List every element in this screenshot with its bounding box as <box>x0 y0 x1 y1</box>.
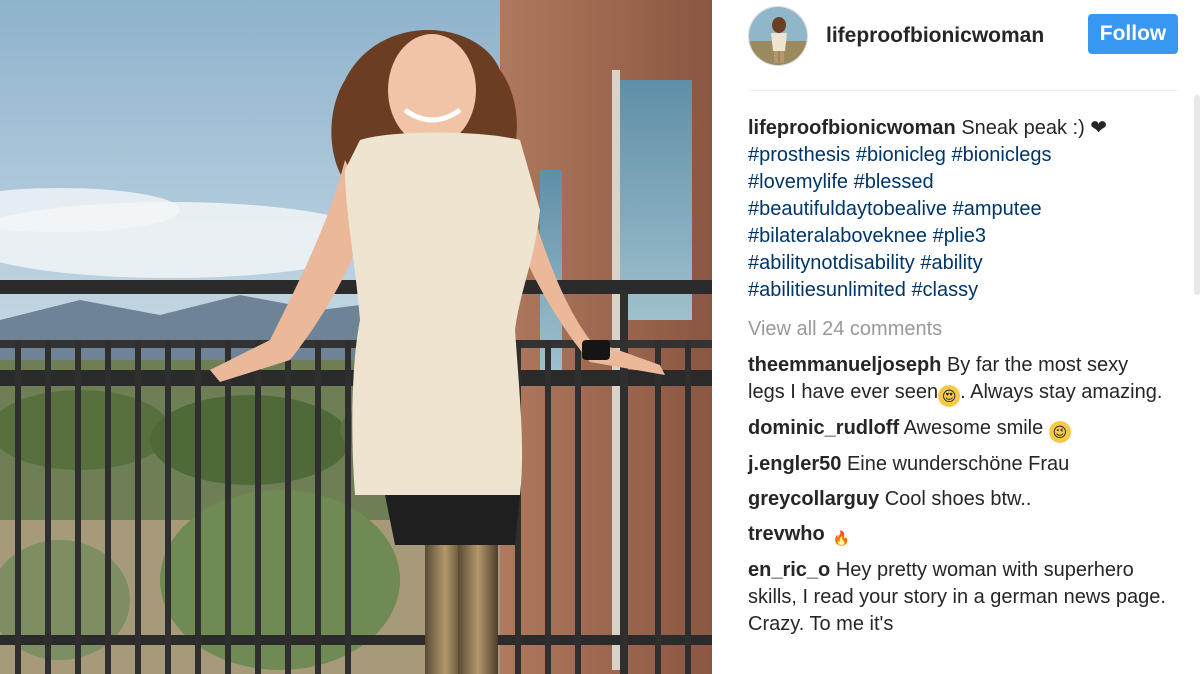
hashtag[interactable]: #bionicleg <box>856 144 946 166</box>
comment-item: dominic_rudloff Awesome smile 😉 <box>748 415 1168 443</box>
comment-text: Awesome smile <box>903 417 1049 439</box>
comment-username[interactable]: j.engler50 <box>748 453 841 475</box>
hashtag[interactable]: #lovemylife <box>748 171 848 193</box>
follow-button[interactable]: Follow <box>1088 14 1178 54</box>
post-username[interactable]: lifeproofbionicwoman <box>826 24 1044 48</box>
comment-item: theemmanueljoseph By far the most sexy l… <box>748 352 1168 407</box>
comment-item: trevwho 🔥 <box>748 521 1168 549</box>
heart-eyes-emoji-icon: 😍 <box>938 385 961 407</box>
hashtag[interactable]: #ability <box>920 252 982 274</box>
caption-text: Sneak peak :) ❤ <box>961 117 1108 139</box>
hashtag[interactable]: #prosthesis <box>748 144 850 166</box>
hashtag[interactable]: #beautifuldaytobealive <box>748 198 947 220</box>
comment-item: greycollarguy Cool shoes btw.. <box>748 486 1168 513</box>
hashtag[interactable]: #bioniclegs <box>951 144 1051 166</box>
comment-username[interactable]: greycollarguy <box>748 488 879 510</box>
hashtag[interactable]: #bilateralaboveknee <box>748 225 927 247</box>
comment-username[interactable]: trevwho <box>748 523 825 545</box>
comment-username[interactable]: theemmanueljoseph <box>748 354 941 376</box>
comment-username[interactable]: dominic_rudloff <box>748 417 899 439</box>
comment-text: Eine wunderschöne Frau <box>846 453 1070 475</box>
post-caption: lifeproofbionicwoman Sneak peak :) ❤ #pr… <box>748 115 1168 304</box>
hashtag[interactable]: #classy <box>911 279 978 301</box>
comment-item: j.engler50 Eine wunderschöne Frau <box>748 451 1168 478</box>
post-header: lifeproofbionicwoman Follow <box>748 6 1178 91</box>
woman-on-balcony-photo <box>0 0 712 674</box>
hashtag[interactable]: #plie3 <box>933 225 986 247</box>
comment-username[interactable]: en_ric_o <box>748 559 830 581</box>
comment-item: en_ric_o Hey pretty woman with superhero… <box>748 557 1168 638</box>
fire-emoji-icon: 🔥 <box>832 530 850 546</box>
comments-section: lifeproofbionicwoman Sneak peak :) ❤ #pr… <box>748 115 1168 646</box>
avatar[interactable] <box>748 6 808 66</box>
wink-emoji-icon: 😉 <box>1048 421 1071 443</box>
avatar-image <box>749 7 807 65</box>
comment-text: Cool shoes btw.. <box>884 488 1032 510</box>
post-photo[interactable] <box>0 0 712 674</box>
hashtag[interactable]: #blessed <box>854 171 934 193</box>
hashtag[interactable]: #amputee <box>953 198 1042 220</box>
hashtag[interactable]: #abilitiesunlimited <box>748 279 906 301</box>
comments-scrollbar[interactable] <box>1194 95 1200 295</box>
view-all-comments-link[interactable]: View all 24 comments <box>748 316 1168 343</box>
comment-text-after: . Always stay amazing. <box>960 381 1163 403</box>
hashtag[interactable]: #abilitynotdisability <box>748 252 915 274</box>
caption-username[interactable]: lifeproofbionicwoman <box>748 117 956 139</box>
post-sidebar: lifeproofbionicwoman Follow lifeproofbio… <box>712 0 1200 674</box>
